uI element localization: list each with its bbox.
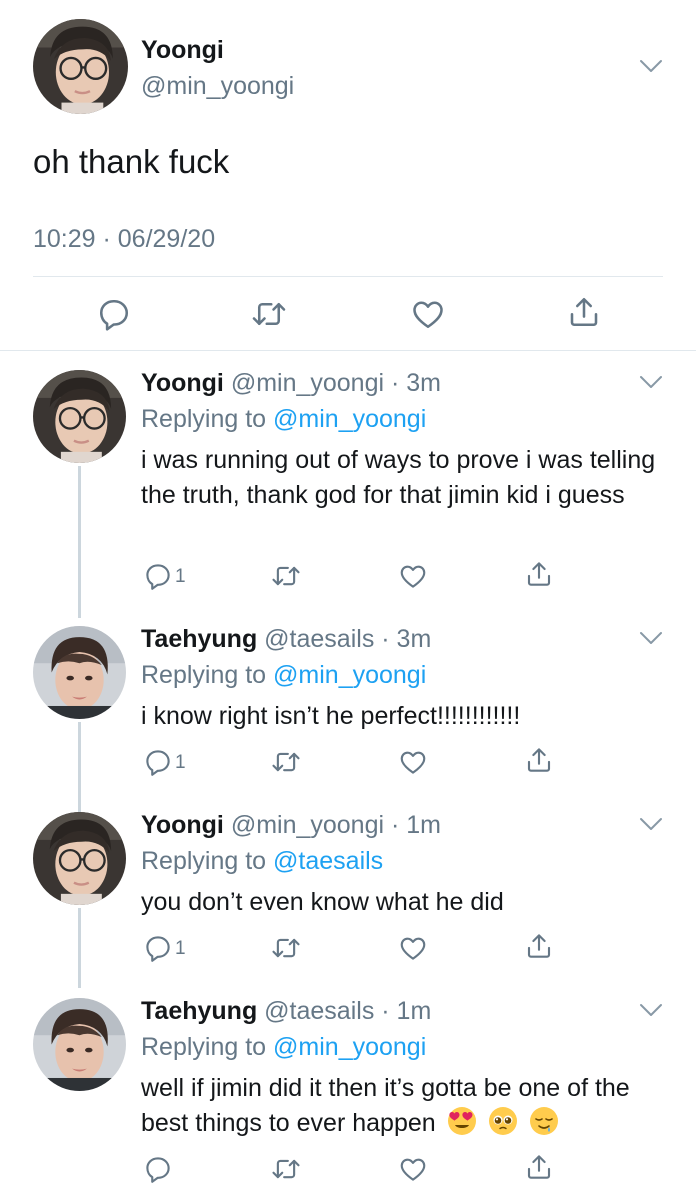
reply-time: 3m bbox=[406, 369, 442, 397]
reply-count: 1 bbox=[175, 566, 186, 587]
reply-header[interactable]: Taehyung @taesails · 3m bbox=[141, 625, 431, 654]
retweet-icon[interactable] bbox=[271, 747, 301, 777]
chevron-down-icon[interactable] bbox=[638, 1002, 664, 1018]
chevron-down-icon[interactable] bbox=[638, 58, 664, 74]
avatar-yoongi[interactable] bbox=[33, 19, 128, 114]
share-icon[interactable] bbox=[524, 931, 554, 961]
reply-text: i was running out of ways to prove i was… bbox=[141, 446, 656, 509]
mention-link[interactable]: @min_yoongi bbox=[273, 405, 426, 433]
reply-author-handle[interactable]: @taesails bbox=[264, 997, 374, 1025]
chevron-down-icon[interactable] bbox=[638, 816, 664, 832]
thread-line bbox=[78, 466, 81, 618]
separator-dot: · bbox=[374, 625, 397, 653]
share-icon[interactable] bbox=[524, 745, 554, 775]
reply-count: 1 bbox=[175, 752, 186, 773]
reply-author-handle[interactable]: @taesails bbox=[264, 625, 374, 653]
like-icon[interactable] bbox=[398, 933, 428, 963]
reply-count: 1 bbox=[175, 938, 186, 959]
reply-time: 1m bbox=[406, 811, 442, 839]
reply-author-name[interactable]: Taehyung bbox=[141, 997, 257, 1025]
chevron-down-icon[interactable] bbox=[638, 374, 664, 390]
main-author-name[interactable]: Yoongi bbox=[141, 36, 224, 65]
avatar-taehyung[interactable] bbox=[33, 626, 126, 719]
separator-dot: · bbox=[374, 997, 397, 1025]
reply-icon[interactable] bbox=[143, 1154, 173, 1184]
reply-icon[interactable] bbox=[143, 747, 173, 777]
chevron-down-icon[interactable] bbox=[638, 630, 664, 646]
retweet-icon[interactable] bbox=[271, 561, 301, 591]
reply-icon[interactable] bbox=[143, 933, 173, 963]
share-icon[interactable] bbox=[524, 1152, 554, 1182]
reply-header[interactable]: Taehyung @taesails · 1m bbox=[141, 997, 431, 1026]
reply-header[interactable]: Yoongi @min_yoongi · 3m bbox=[141, 369, 441, 398]
replying-label: Replying to bbox=[141, 661, 267, 689]
reply-icon[interactable] bbox=[143, 561, 173, 591]
retweet-icon[interactable] bbox=[251, 296, 287, 332]
thread-line bbox=[78, 722, 81, 812]
replying-label: Replying to bbox=[141, 847, 267, 875]
heart-eyes-emoji bbox=[447, 1106, 477, 1136]
retweet-icon[interactable] bbox=[271, 1154, 301, 1184]
reply-author-handle[interactable]: @min_yoongi bbox=[231, 811, 384, 839]
reply-time: 1m bbox=[396, 997, 432, 1025]
reply-time: 3m bbox=[396, 625, 432, 653]
replying-to: Replying to @min_yoongi bbox=[141, 405, 426, 434]
pleading-face-emoji bbox=[488, 1106, 518, 1136]
divider bbox=[0, 350, 696, 351]
avatar-yoongi[interactable] bbox=[33, 370, 126, 463]
main-tweet-text: oh thank fuck bbox=[33, 143, 230, 180]
replying-to: Replying to @min_yoongi bbox=[141, 1033, 426, 1062]
share-icon[interactable] bbox=[524, 559, 554, 589]
replying-label: Replying to bbox=[141, 1033, 267, 1061]
reply-text: i know right isn’t he perfect!!!!!!!!!!!… bbox=[141, 702, 521, 730]
thread-line bbox=[78, 908, 81, 988]
reply-author-handle[interactable]: @min_yoongi bbox=[231, 369, 384, 397]
like-icon[interactable] bbox=[398, 561, 428, 591]
separator-dot: · bbox=[384, 369, 407, 397]
main-tweet-timestamp[interactable]: 10:29 · 06/29/20 bbox=[33, 225, 215, 254]
reply-header[interactable]: Yoongi @min_yoongi · 1m bbox=[141, 811, 441, 840]
replying-label: Replying to bbox=[141, 405, 267, 433]
reply-icon[interactable] bbox=[96, 296, 132, 332]
reply-text-container: well if jimin did it then it’s gotta be … bbox=[141, 1071, 661, 1141]
like-icon[interactable] bbox=[398, 1154, 428, 1184]
mention-link[interactable]: @taesails bbox=[273, 847, 383, 875]
reply-text: you don’t even know what he did bbox=[141, 888, 504, 916]
relieved-face-emoji bbox=[529, 1106, 559, 1136]
replying-to: Replying to @min_yoongi bbox=[141, 661, 426, 690]
retweet-icon[interactable] bbox=[271, 933, 301, 963]
reply-author-name[interactable]: Taehyung bbox=[141, 625, 257, 653]
reply-author-name[interactable]: Yoongi bbox=[141, 811, 224, 839]
divider bbox=[33, 276, 663, 277]
share-icon[interactable] bbox=[566, 294, 602, 330]
reply-author-name[interactable]: Yoongi bbox=[141, 369, 224, 397]
mention-link[interactable]: @min_yoongi bbox=[273, 661, 426, 689]
separator-dot: · bbox=[384, 811, 407, 839]
avatar-taehyung[interactable] bbox=[33, 998, 126, 1091]
like-icon[interactable] bbox=[398, 747, 428, 777]
mention-link[interactable]: @min_yoongi bbox=[273, 1033, 426, 1061]
replying-to: Replying to @taesails bbox=[141, 847, 383, 876]
avatar-yoongi[interactable] bbox=[33, 812, 126, 905]
main-author-handle[interactable]: @min_yoongi bbox=[141, 72, 294, 101]
like-icon[interactable] bbox=[410, 296, 446, 332]
